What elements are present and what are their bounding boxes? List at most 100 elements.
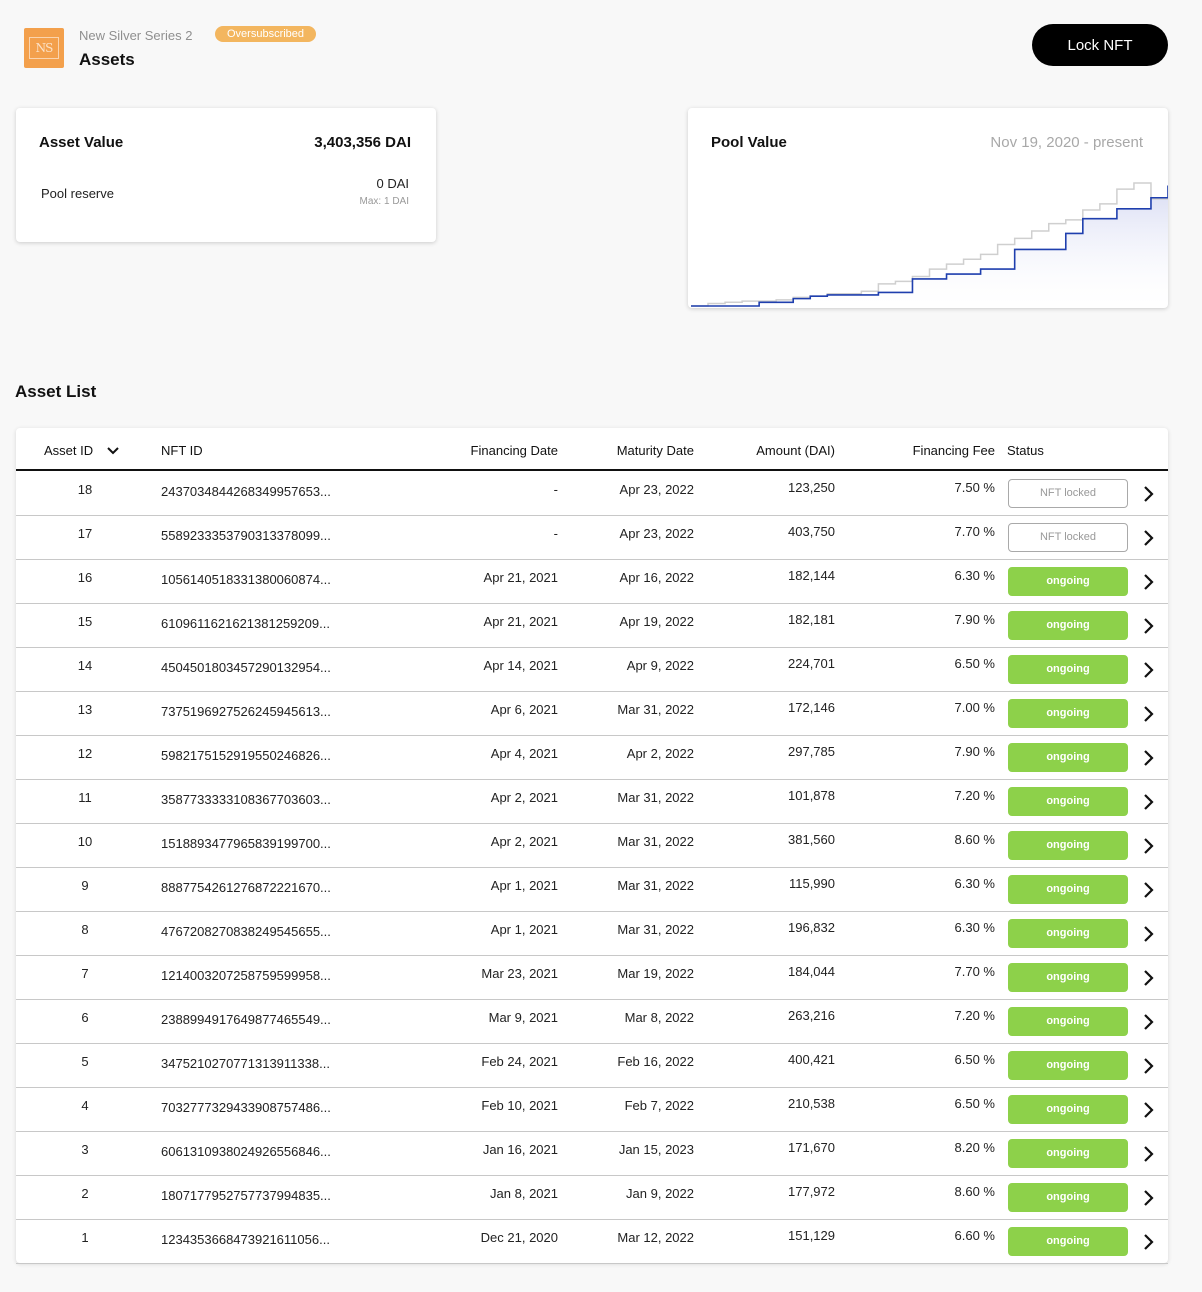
maturity-date-cell: Apr 16, 2022 xyxy=(619,570,694,585)
nft-id-cell: 3475210270771313911338... xyxy=(161,1056,330,1071)
financing-fee-cell: 6.30 % xyxy=(954,568,995,583)
chevron-right-icon[interactable] xyxy=(1142,1101,1154,1119)
table-row[interactable]: 4 7032777329433908757486... Feb 10, 2021 Fe… xyxy=(16,1088,1168,1132)
chevron-right-icon[interactable] xyxy=(1142,661,1154,679)
nft-id-cell: 6109611621621381259209... xyxy=(161,616,330,631)
logo-text: NS xyxy=(29,37,59,59)
financing-fee-cell: 6.30 % xyxy=(954,920,995,935)
maturity-date-cell: Apr 23, 2022 xyxy=(619,526,694,541)
asset-id-cell: 11 xyxy=(78,790,92,805)
table-row[interactable]: 6 2388994917649877465549... Mar 9, 2021 Mar… xyxy=(16,1000,1168,1044)
table-row[interactable]: 1 1234353668473921611056... Dec 21, 2020 Ma… xyxy=(16,1220,1168,1264)
status-badge: ongoing xyxy=(1008,699,1128,728)
nft-id-cell: 1518893477965839199700... xyxy=(161,836,331,851)
table-row[interactable]: 2 1807177952757737994835... Jan 8, 2021 Jan… xyxy=(16,1176,1168,1220)
chevron-right-icon[interactable] xyxy=(1142,573,1154,591)
maturity-date-cell: Mar 31, 2022 xyxy=(617,702,694,717)
chevron-right-icon[interactable] xyxy=(1142,837,1154,855)
chevron-right-icon[interactable] xyxy=(1142,1057,1154,1075)
table-row[interactable]: 12 5982175152919550246826... Apr 4, 2021 Ap… xyxy=(16,736,1168,780)
lock-nft-button[interactable]: Lock NFT xyxy=(1032,24,1168,66)
status-badge: ongoing xyxy=(1008,1095,1128,1124)
pool-logo: NS xyxy=(24,28,64,68)
asset-id-cell: 2 xyxy=(81,1186,89,1201)
table-row[interactable]: 10 1518893477965839199700... Apr 2, 2021 Ma… xyxy=(16,824,1168,868)
maturity-date-cell: Mar 8, 2022 xyxy=(624,1010,694,1025)
nft-id-cell: 3587733333108367703603... xyxy=(161,792,331,807)
nft-id-cell: 5589233353790313378099... xyxy=(161,528,331,543)
amount-cell: 400,421 xyxy=(788,1052,835,1067)
nft-id-cell: 6061310938024926556846... xyxy=(161,1144,331,1159)
nft-id-cell: 1234353668473921611056... xyxy=(161,1232,330,1247)
table-row[interactable]: 9 8887754261276872221670... Apr 1, 2021 Mar… xyxy=(16,868,1168,912)
table-row[interactable]: 13 7375196927526245945613... Apr 6, 2021 Ma… xyxy=(16,692,1168,736)
financing-date-cell: Apr 6, 2021 xyxy=(490,702,558,717)
asset-id-cell: 6 xyxy=(81,1010,89,1025)
amount-cell: 182,181 xyxy=(788,612,835,627)
table-row[interactable]: 8 4767208270838249545655... Apr 1, 2021 Mar… xyxy=(16,912,1168,956)
table-row[interactable]: 17 5589233353790313378099... - Apr 23, 2022… xyxy=(16,516,1168,560)
table-row[interactable]: 3 6061310938024926556846... Jan 16, 2021 Ja… xyxy=(16,1132,1168,1176)
chevron-right-icon[interactable] xyxy=(1142,705,1154,723)
chevron-right-icon[interactable] xyxy=(1142,1013,1154,1031)
table-row[interactable]: 7 1214003207258759599958... Mar 23, 2021 Ma… xyxy=(16,956,1168,1000)
asset-id-cell: 12 xyxy=(77,746,93,761)
chevron-right-icon[interactable] xyxy=(1142,1189,1154,1207)
status-badge: Oversubscribed xyxy=(215,26,317,42)
maturity-date-cell: Apr 2, 2022 xyxy=(626,746,694,761)
amount-cell: 101,878 xyxy=(788,788,835,803)
asset-value-card: Asset Value 3,403,356 DAI Pool reserve 0… xyxy=(16,108,436,242)
asset-value-amount: 3,403,356 DAI xyxy=(314,134,411,151)
asset-id-cell: 14 xyxy=(77,658,93,673)
financing-fee-cell: 8.20 % xyxy=(954,1140,995,1155)
financing-date-cell: - xyxy=(553,526,558,541)
chevron-right-icon[interactable] xyxy=(1142,529,1154,547)
chevron-right-icon[interactable] xyxy=(1142,485,1154,503)
chevron-right-icon[interactable] xyxy=(1142,969,1154,987)
header-status: Status xyxy=(1007,443,1044,458)
amount-cell: 115,990 xyxy=(788,876,835,891)
page-header: NS New Silver Series 2 Oversubscribed As… xyxy=(24,24,1168,72)
table-row[interactable]: 16 1056140518331380060874... Apr 21, 2021 A… xyxy=(16,560,1168,604)
asset-id-cell: 15 xyxy=(77,614,93,629)
status-badge: NFT locked xyxy=(1008,523,1128,552)
status-badge: ongoing xyxy=(1008,1183,1128,1212)
table-row[interactable]: 18 2437034844268349957653... - Apr 23, 2022… xyxy=(16,472,1168,516)
maturity-date-cell: Mar 31, 2022 xyxy=(617,790,694,805)
amount-cell: 196,832 xyxy=(788,920,835,935)
table-row[interactable]: 14 4504501803457290132954... Apr 14, 2021 A… xyxy=(16,648,1168,692)
financing-date-cell: Jan 16, 2021 xyxy=(482,1142,558,1157)
chevron-right-icon[interactable] xyxy=(1142,1233,1154,1251)
asset-id-cell: 5 xyxy=(81,1054,89,1069)
chevron-right-icon[interactable] xyxy=(1142,925,1154,943)
chevron-right-icon[interactable] xyxy=(1142,881,1154,899)
financing-date-cell: Apr 2, 2021 xyxy=(490,790,558,805)
asset-id-cell: 16 xyxy=(77,570,93,585)
table-row[interactable]: 11 3587733333108367703603... Apr 2, 2021 Ma… xyxy=(16,780,1168,824)
chevron-down-icon[interactable] xyxy=(107,446,119,455)
amount-cell: 123,250 xyxy=(788,480,835,495)
financing-date-cell: Apr 2, 2021 xyxy=(490,834,558,849)
chevron-right-icon[interactable] xyxy=(1142,793,1154,811)
financing-fee-cell: 7.70 % xyxy=(954,524,995,539)
maturity-date-cell: Apr 23, 2022 xyxy=(619,482,694,497)
chevron-right-icon[interactable] xyxy=(1142,617,1154,635)
pool-value-title: Pool Value xyxy=(711,134,787,151)
chevron-right-icon[interactable] xyxy=(1142,1145,1154,1163)
status-badge: ongoing xyxy=(1008,875,1128,904)
status-badge: ongoing xyxy=(1008,963,1128,992)
maturity-date-cell: Mar 19, 2022 xyxy=(617,966,694,981)
table-row[interactable]: 15 6109611621621381259209... Apr 21, 2021 A… xyxy=(16,604,1168,648)
financing-fee-cell: 6.30 % xyxy=(954,876,995,891)
table-row[interactable]: 5 3475210270771313911338... Feb 24, 2021 Fe… xyxy=(16,1044,1168,1088)
asset-id-cell: 18 xyxy=(77,482,93,497)
asset-id-cell: 4 xyxy=(81,1098,89,1113)
amount-cell: 171,670 xyxy=(788,1140,835,1155)
maturity-date-cell: Mar 31, 2022 xyxy=(617,922,694,937)
maturity-date-cell: Mar 12, 2022 xyxy=(617,1230,694,1245)
asset-list-title: Asset List xyxy=(15,382,97,401)
header-asset-id[interactable]: Asset ID xyxy=(44,443,119,458)
asset-id-cell: 8 xyxy=(81,922,89,937)
chevron-right-icon[interactable] xyxy=(1142,749,1154,767)
status-badge: NFT locked xyxy=(1008,479,1128,508)
